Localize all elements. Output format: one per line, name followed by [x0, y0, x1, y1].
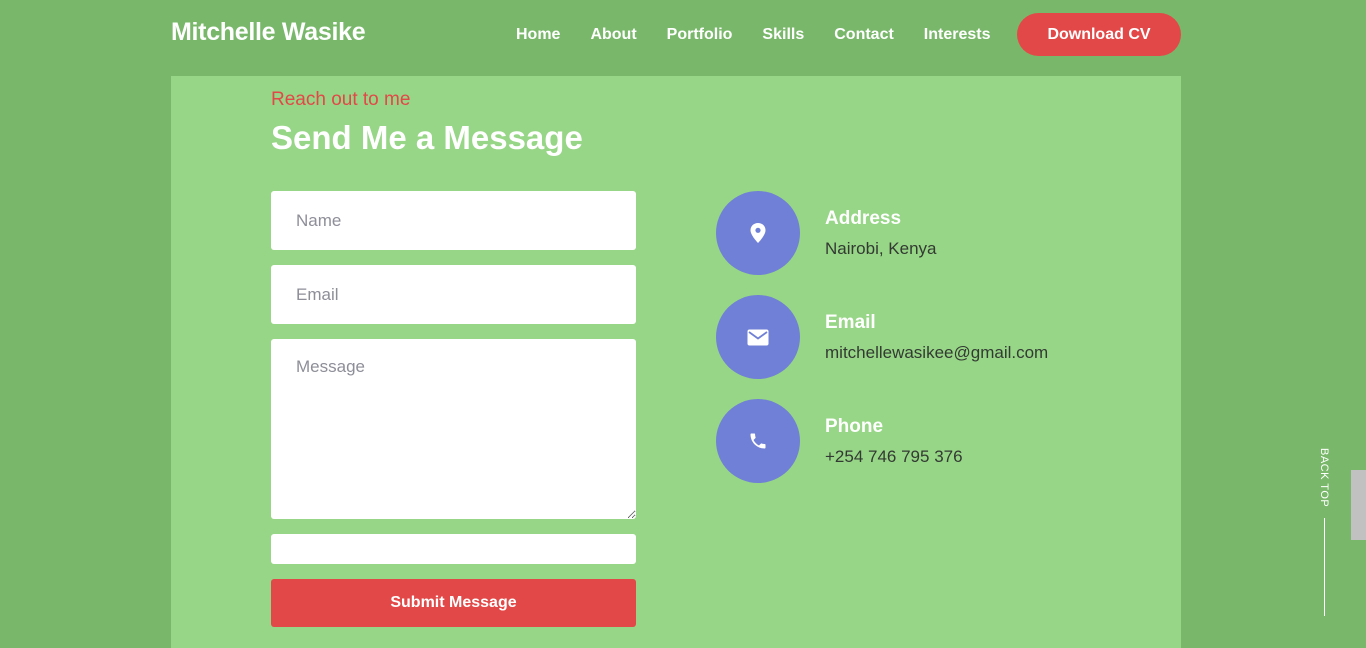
nav-contact[interactable]: Contact: [834, 24, 894, 46]
envelope-icon: [716, 295, 800, 379]
location-pin-icon: [716, 191, 800, 275]
address-info: Address Nairobi, Kenya: [716, 191, 1116, 275]
phone-icon: [716, 399, 800, 483]
email-input[interactable]: [271, 265, 636, 324]
address-value: Nairobi, Kenya: [825, 239, 937, 258]
submit-message-button[interactable]: Submit Message: [271, 579, 636, 627]
back-to-top-label[interactable]: BACK TOP: [1318, 448, 1330, 507]
scrollbar-thumb[interactable]: [1351, 470, 1366, 540]
extra-input[interactable]: [271, 534, 636, 564]
section-eyebrow: Reach out to me: [271, 89, 411, 110]
nav-skills[interactable]: Skills: [762, 24, 804, 46]
back-to-top[interactable]: BACK TOP: [1318, 448, 1334, 618]
brand-logo[interactable]: Mitchelle Wasike: [171, 18, 366, 47]
download-cv-button[interactable]: Download CV: [1017, 13, 1181, 56]
address-label: Address: [825, 208, 902, 229]
nav-interests[interactable]: Interests: [924, 24, 991, 46]
email-label: Email: [825, 312, 876, 333]
phone-value[interactable]: +254 746 795 376: [825, 447, 963, 467]
contact-section: Reach out to me Send Me a Message Submit…: [171, 76, 1181, 648]
back-to-top-line: [1324, 518, 1325, 616]
main-nav: Home About Portfolio Skills Contact Inte…: [516, 24, 1021, 46]
nav-home[interactable]: Home: [516, 24, 560, 46]
phone-info: Phone +254 746 795 376: [716, 399, 1116, 483]
site-header: Mitchelle Wasike Home About Portfolio Sk…: [0, 0, 1366, 76]
nav-portfolio[interactable]: Portfolio: [667, 24, 733, 46]
section-title: Send Me a Message: [271, 119, 583, 156]
email-value[interactable]: mitchellewasikee@gmail.com: [825, 343, 1048, 363]
email-info: Email mitchellewasikee@gmail.com: [716, 295, 1116, 379]
name-input[interactable]: [271, 191, 636, 250]
message-textarea[interactable]: [271, 339, 636, 519]
phone-label: Phone: [825, 416, 884, 437]
nav-about[interactable]: About: [590, 24, 636, 46]
